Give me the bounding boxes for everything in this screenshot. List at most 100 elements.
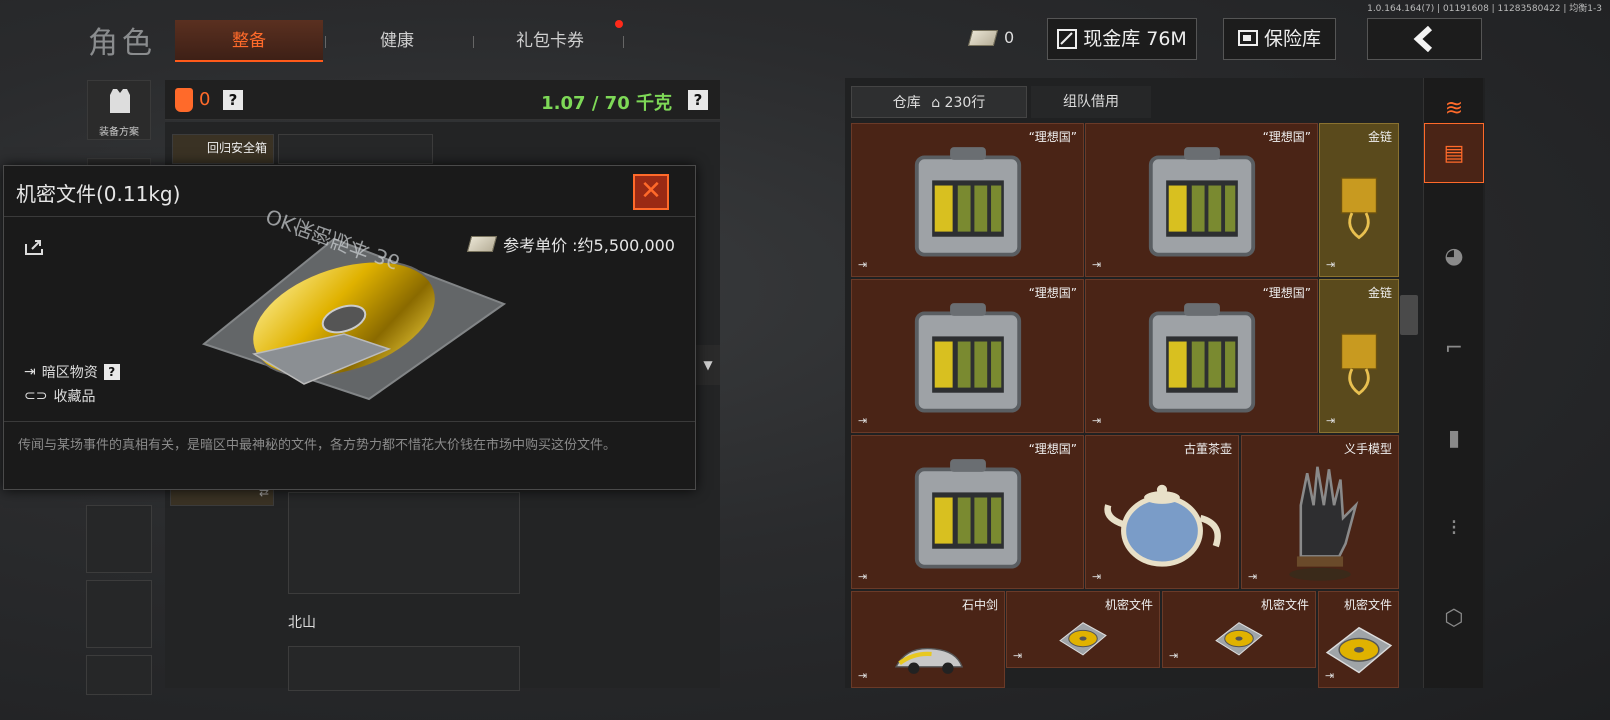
chevron-left-icon xyxy=(1413,26,1432,52)
armor-count: 0 xyxy=(199,89,211,110)
item-name: “理想国” xyxy=(1028,130,1077,144)
exit-icon: ⇥ xyxy=(1092,570,1102,583)
ring-icon: ⊂⊃ xyxy=(24,388,48,404)
warehouse-scrollbar[interactable] xyxy=(1400,295,1418,335)
magazine-icon[interactable]: ▮ xyxy=(1424,408,1484,468)
equip-header: 0 ? 1.07 / 70 千克 ? xyxy=(165,80,720,120)
gold-chain-image xyxy=(1340,177,1378,240)
cash-label: 现金库 76M xyxy=(1083,28,1187,50)
armored-case-image xyxy=(914,147,1021,257)
warehouse-item[interactable]: 机密文件 ⇥ xyxy=(1318,591,1399,688)
gold-chain-image xyxy=(1340,333,1378,396)
tag-darkzone: ⇥ 暗区物资 ? xyxy=(24,362,120,382)
loadout-scheme-button[interactable]: 装备方案 xyxy=(87,80,151,140)
close-icon: ✕ xyxy=(640,176,662,206)
exit-icon: ⇥ xyxy=(1326,414,1336,427)
share-icon[interactable] xyxy=(24,238,44,256)
item-name: “理想国” xyxy=(1028,442,1077,456)
darkzone-help-button[interactable]: ? xyxy=(103,364,120,380)
backpack-grid[interactable] xyxy=(288,492,520,594)
exit-icon: ⇥ xyxy=(1013,649,1023,662)
concept-car-image xyxy=(894,647,964,674)
ammo-icon[interactable]: ⁝ xyxy=(1424,498,1484,558)
exit-icon: ⇥ xyxy=(1326,258,1336,271)
equip-slot[interactable] xyxy=(278,134,433,164)
chevron-down-icon[interactable]: ▼ xyxy=(696,345,720,385)
tab-team-borrow[interactable]: 组队借用 xyxy=(1031,86,1151,118)
side-slot[interactable] xyxy=(86,655,152,695)
loadout-label: 装备方案 xyxy=(99,127,139,138)
warehouse-item[interactable]: “理想国” ⇥ xyxy=(1085,123,1318,277)
helmet-icon[interactable]: ◕ xyxy=(1424,226,1484,286)
back-button[interactable] xyxy=(1367,18,1482,60)
rifle-icon[interactable]: ⌐ xyxy=(1424,318,1484,378)
exit-icon: ⇥ xyxy=(1169,649,1179,662)
exit-icon: ⇥ xyxy=(1092,414,1102,427)
safe-box-label: 回归安全箱 xyxy=(206,141,267,155)
tab-gift-coupons[interactable]: 礼包卡券 xyxy=(475,20,625,62)
tag-collectible-label: 收藏品 xyxy=(53,389,96,405)
safe-box-slot[interactable]: 回归安全箱 xyxy=(172,134,274,164)
side-slot[interactable] xyxy=(86,505,152,573)
item-detail-popup: 机密文件(0.11kg) ✕ 参考单价 :约5,500,000 OK保密版本 3… xyxy=(3,165,696,490)
armored-case-image xyxy=(1148,147,1255,257)
vest-icon xyxy=(110,89,130,113)
tab-health[interactable]: 健康 xyxy=(323,20,471,62)
pouch-grid[interactable] xyxy=(288,646,520,691)
warehouse-item[interactable]: “理想国” ⇥ xyxy=(851,435,1084,589)
armored-case-image xyxy=(914,303,1021,413)
confidential-file-image xyxy=(1215,622,1263,656)
warehouse-item[interactable]: 义手模型 ⇥ xyxy=(1241,435,1399,589)
prosthetic-hand-image xyxy=(1289,466,1359,581)
warehouse-item[interactable]: 金链 ⇥ xyxy=(1319,123,1399,277)
armor-icon xyxy=(175,88,193,112)
exit-icon: ⇥ xyxy=(858,669,868,682)
ref-price-text: 参考单价 :约5,500,000 xyxy=(503,236,675,255)
exit-icon: ⇥ xyxy=(1248,570,1258,583)
exit-icon: ⇥ xyxy=(858,570,868,583)
warehouse-item[interactable]: 金链 ⇥ xyxy=(1319,279,1399,433)
item-name: “理想国” xyxy=(1262,130,1311,144)
home-icon: ⌂ xyxy=(931,95,941,111)
ticket-icon xyxy=(967,29,999,46)
exit-icon: ⇥ xyxy=(1325,669,1335,682)
warehouse-item[interactable]: “理想国” ⇥ xyxy=(851,123,1084,277)
tab-storage[interactable]: 仓库 ⌂ 230行 xyxy=(851,86,1027,118)
item-name: 金链 xyxy=(1367,286,1392,300)
armored-case-image xyxy=(914,459,1021,569)
cash-vault-button[interactable]: 现金库 76M xyxy=(1047,18,1197,60)
version-text: 1.0.164.164(7) | 01191608 | 11283580422 … xyxy=(1367,4,1602,14)
item-name: 金链 xyxy=(1367,130,1392,144)
warehouse-item[interactable]: “理想国” ⇥ xyxy=(1085,279,1318,433)
warehouse-item[interactable]: “理想国” ⇥ xyxy=(851,279,1084,433)
item-name: 古董茶壶 xyxy=(1183,442,1232,456)
exit-icon: ⇥ xyxy=(1092,258,1102,271)
notification-dot xyxy=(615,20,623,28)
warehouse-item[interactable]: 古董茶壶 ⇥ xyxy=(1085,435,1239,589)
exit-icon: ⇥ xyxy=(858,258,868,271)
tab-prepare[interactable]: 整备 xyxy=(175,20,323,62)
gear-icon[interactable]: ⬡ xyxy=(1424,588,1484,648)
item-name: 机密文件 xyxy=(1260,598,1309,612)
close-button[interactable]: ✕ xyxy=(633,174,669,210)
warehouse-item[interactable]: 石中剑 ⇥ xyxy=(851,591,1005,688)
safe-vault-label: 保险库 xyxy=(1263,28,1321,50)
tab-divider xyxy=(623,36,624,48)
tag-collectible: ⊂⊃ 收藏品 xyxy=(24,386,95,406)
cash-icon xyxy=(1057,29,1078,49)
armor-help-button[interactable]: ? xyxy=(223,90,243,110)
top-tabs: 整备 健康 礼包卡券 xyxy=(175,20,655,62)
tab-storage-label: 仓库 xyxy=(892,95,921,111)
item-name: “理想国” xyxy=(1028,286,1077,300)
warehouse-item[interactable]: 机密文件 ⇥ xyxy=(1162,591,1316,668)
weight-help-button[interactable]: ? xyxy=(688,90,708,110)
popup-divider xyxy=(4,421,695,422)
safe-vault-button[interactable]: 保险库 xyxy=(1223,18,1336,60)
warehouse-item[interactable]: 机密文件 ⇥ xyxy=(1006,591,1160,668)
page-title: 角色 xyxy=(88,26,156,61)
item-name: 机密文件 xyxy=(1104,598,1153,612)
item-name: 石中剑 xyxy=(961,598,998,612)
side-slot[interactable] xyxy=(86,580,152,648)
box-icon[interactable]: ▤ xyxy=(1424,123,1484,183)
armored-case-image xyxy=(1148,303,1255,413)
